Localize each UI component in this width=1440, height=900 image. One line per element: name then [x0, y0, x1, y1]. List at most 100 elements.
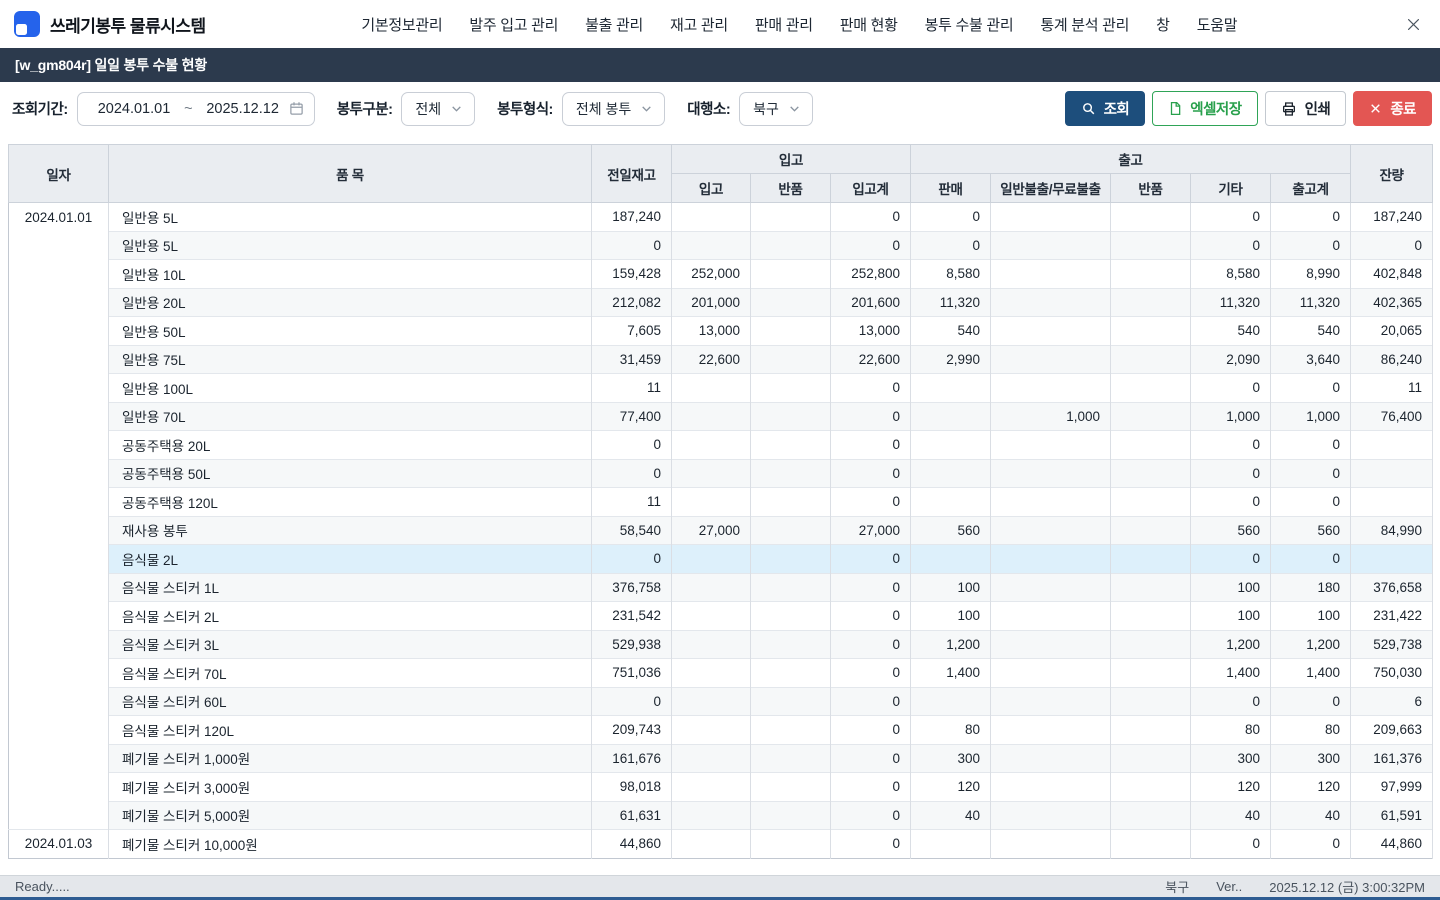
- cell-in-return: [751, 716, 831, 745]
- table-row[interactable]: 재사용 봉투58,54027,00027,00056056056084,990: [9, 516, 1433, 545]
- menu-item[interactable]: 봉투 수불 관리: [925, 14, 1014, 35]
- table-row[interactable]: 일반용 20L212,082201,000201,60011,32011,320…: [9, 288, 1433, 317]
- cell-in-return: [751, 659, 831, 688]
- chevron-down-icon: [640, 102, 653, 115]
- cell-in-total: 0: [831, 203, 911, 232]
- cell-prev-stock: 376,758: [592, 573, 672, 602]
- cell-remain: 6: [1351, 687, 1433, 716]
- col-header-date: 일자: [9, 145, 109, 203]
- table-row[interactable]: 폐기물 스티커 1,000원161,6760300300300161,376: [9, 744, 1433, 773]
- table-row[interactable]: 일반용 50L7,60513,00013,00054054054020,065: [9, 317, 1433, 346]
- bag-type-select[interactable]: 전체: [401, 92, 475, 126]
- table-row[interactable]: 공동주택용 50L0000: [9, 459, 1433, 488]
- table-row[interactable]: 일반용 5L000000: [9, 231, 1433, 260]
- cell-etc: 560: [1191, 516, 1271, 545]
- table-row[interactable]: 2024.01.01일반용 5L187,2400000187,240: [9, 203, 1433, 232]
- status-datetime: 2025.12.12 (금) 3:00:32PM: [1269, 877, 1425, 896]
- cell-in: [672, 630, 751, 659]
- chevron-down-icon: [788, 102, 801, 115]
- print-button[interactable]: 인쇄: [1265, 91, 1347, 126]
- menu-item[interactable]: 판매 관리: [755, 14, 813, 35]
- menu-item[interactable]: 판매 현황: [840, 14, 898, 35]
- cell-prev-stock: 0: [592, 231, 672, 260]
- menu-item[interactable]: 도움말: [1197, 14, 1238, 35]
- table-row[interactable]: 음식물 스티커 2L231,5420100100100231,422: [9, 602, 1433, 631]
- menu-item[interactable]: 창: [1156, 14, 1170, 35]
- search-button[interactable]: 조회: [1065, 91, 1146, 126]
- menu-item[interactable]: 발주 입고 관리: [469, 14, 558, 35]
- table-row[interactable]: 2024.01.03폐기물 스티커 10,000원44,86000044,860: [9, 830, 1433, 859]
- cell-date: 2024.01.01: [9, 203, 109, 232]
- cell-sale: 11,320: [911, 288, 991, 317]
- cell-in-return: [751, 402, 831, 431]
- cell-out-return: [1111, 402, 1191, 431]
- table-row[interactable]: 음식물 스티커 3L529,93801,2001,2001,200529,738: [9, 630, 1433, 659]
- cell-remain: 187,240: [1351, 203, 1433, 232]
- cell-issue: [991, 459, 1111, 488]
- excel-save-button[interactable]: 엑셀저장: [1152, 91, 1257, 126]
- cell-issue: [991, 345, 1111, 374]
- table-row[interactable]: 음식물 스티커 60L00006: [9, 687, 1433, 716]
- exit-button-label: 종료: [1390, 98, 1416, 119]
- table-row[interactable]: 음식물 스티커 70L751,03601,4001,4001,400750,03…: [9, 659, 1433, 688]
- cell-in: [672, 231, 751, 260]
- exit-button[interactable]: 종료: [1353, 91, 1432, 126]
- cell-item: 재사용 봉투: [109, 516, 592, 545]
- table-row[interactable]: 음식물 스티커 120L209,7430808080209,663: [9, 716, 1433, 745]
- cell-sale: [911, 830, 991, 859]
- cell-date: [9, 288, 109, 317]
- cell-in-total: 22,600: [831, 345, 911, 374]
- cell-sale: 100: [911, 573, 991, 602]
- table-row[interactable]: 일반용 10L159,428252,000252,8008,5808,5808,…: [9, 260, 1433, 289]
- cell-sale: 40: [911, 801, 991, 830]
- table-row[interactable]: 일반용 70L77,40001,0001,0001,00076,400: [9, 402, 1433, 431]
- cell-etc: 0: [1191, 488, 1271, 517]
- cell-etc: 40: [1191, 801, 1271, 830]
- cell-date: [9, 659, 109, 688]
- cell-prev-stock: 0: [592, 687, 672, 716]
- calendar-icon[interactable]: [289, 101, 304, 116]
- agency-select[interactable]: 북구: [739, 92, 813, 126]
- table-row[interactable]: 일반용 100L1100011: [9, 374, 1433, 403]
- cell-prev-stock: 77,400: [592, 402, 672, 431]
- cell-issue: [991, 801, 1111, 830]
- cell-in-total: 0: [831, 801, 911, 830]
- cell-out-total: 40: [1271, 801, 1351, 830]
- cell-in-return: [751, 288, 831, 317]
- cell-remain: 402,365: [1351, 288, 1433, 317]
- status-message: Ready.....: [15, 879, 70, 894]
- cell-out-return: [1111, 374, 1191, 403]
- table-row[interactable]: 폐기물 스티커 5,000원61,631040404061,591: [9, 801, 1433, 830]
- col-header-sale: 판매: [911, 174, 991, 203]
- table-row[interactable]: 공동주택용 120L11000: [9, 488, 1433, 517]
- table-row[interactable]: 일반용 75L31,45922,60022,6002,9902,0903,640…: [9, 345, 1433, 374]
- cell-sale: 120: [911, 773, 991, 802]
- cell-in-total: 0: [831, 573, 911, 602]
- cell-in: [672, 488, 751, 517]
- menu-item[interactable]: 재고 관리: [670, 14, 728, 35]
- cell-date: [9, 744, 109, 773]
- menu-item[interactable]: 통계 분석 관리: [1040, 14, 1129, 35]
- window-close-icon[interactable]: [1405, 16, 1422, 33]
- cell-out-return: [1111, 516, 1191, 545]
- cell-issue: [991, 288, 1111, 317]
- table-row[interactable]: 음식물 2L0000: [9, 545, 1433, 574]
- cell-prev-stock: 0: [592, 545, 672, 574]
- cell-etc: 1,200: [1191, 630, 1271, 659]
- menu-item[interactable]: 불출 관리: [585, 14, 643, 35]
- table-row[interactable]: 폐기물 스티커 3,000원98,018012012012097,999: [9, 773, 1433, 802]
- cell-item: 일반용 5L: [109, 203, 592, 232]
- cell-etc: 1,400: [1191, 659, 1271, 688]
- table-row[interactable]: 공동주택용 20L0000: [9, 431, 1433, 460]
- cell-remain: 86,240: [1351, 345, 1433, 374]
- cell-date: [9, 630, 109, 659]
- cell-remain: 231,422: [1351, 602, 1433, 631]
- date-range-input[interactable]: 2024.01.01 ~ 2025.12.12: [77, 92, 315, 126]
- menu-item[interactable]: 기본정보관리: [361, 14, 442, 35]
- cell-in-total: 0: [831, 545, 911, 574]
- bag-format-select[interactable]: 전체 봉투: [562, 92, 665, 126]
- bag-type-value: 전체: [415, 99, 441, 119]
- cell-remain: 11: [1351, 374, 1433, 403]
- cell-in-total: 0: [831, 374, 911, 403]
- table-row[interactable]: 음식물 스티커 1L376,7580100100180376,658: [9, 573, 1433, 602]
